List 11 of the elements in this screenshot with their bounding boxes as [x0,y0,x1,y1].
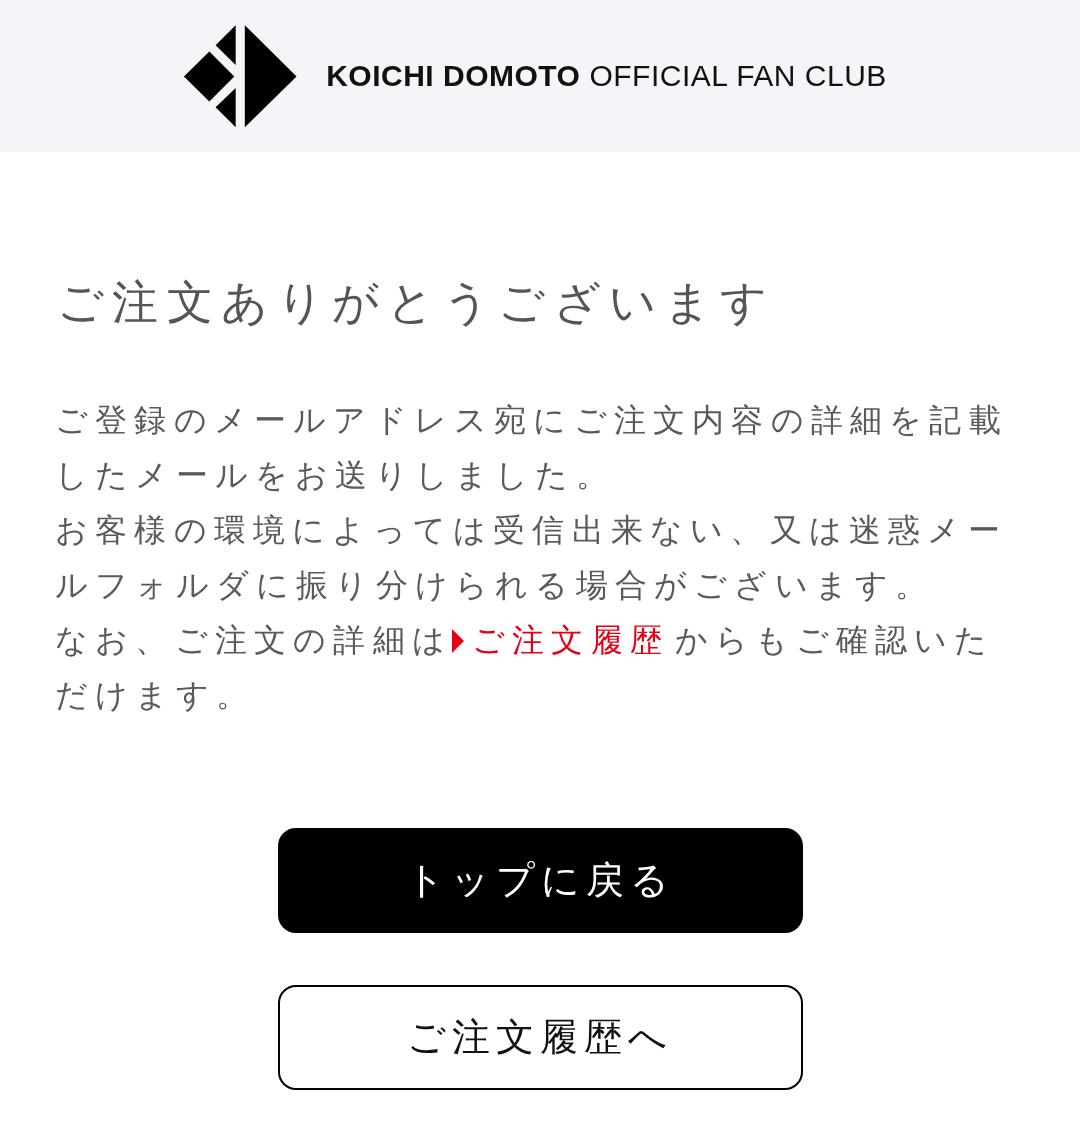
body-text: なお、ご注文の詳細は ご注文履歴 からもご確認いただけます。 [55,620,996,716]
body-text: お客様の環境によっては受信出来ない、又は迷惑メールフォルダに振り分けられる場合がございます。 [55,510,1008,606]
order-history-link[interactable]: ご注文履歴 [452,621,669,659]
page-title: ご注文ありがとうございます [57,277,777,327]
body-text: ご登録のメールアドレス宛にご注文内容の詳細を記載したメールをお送りしました。 [55,400,1009,496]
triangle-icon [452,629,464,653]
logo-text: KOICHI DOMOTO [326,59,581,93]
logo-subtitle: OFFICIAL FAN CLUB [589,59,887,93]
order-history-button[interactable]: ご注文履歴へ [277,985,803,1090]
back-to-top-button[interactable]: トップに戻る [277,828,803,933]
logo-icon [183,23,299,129]
